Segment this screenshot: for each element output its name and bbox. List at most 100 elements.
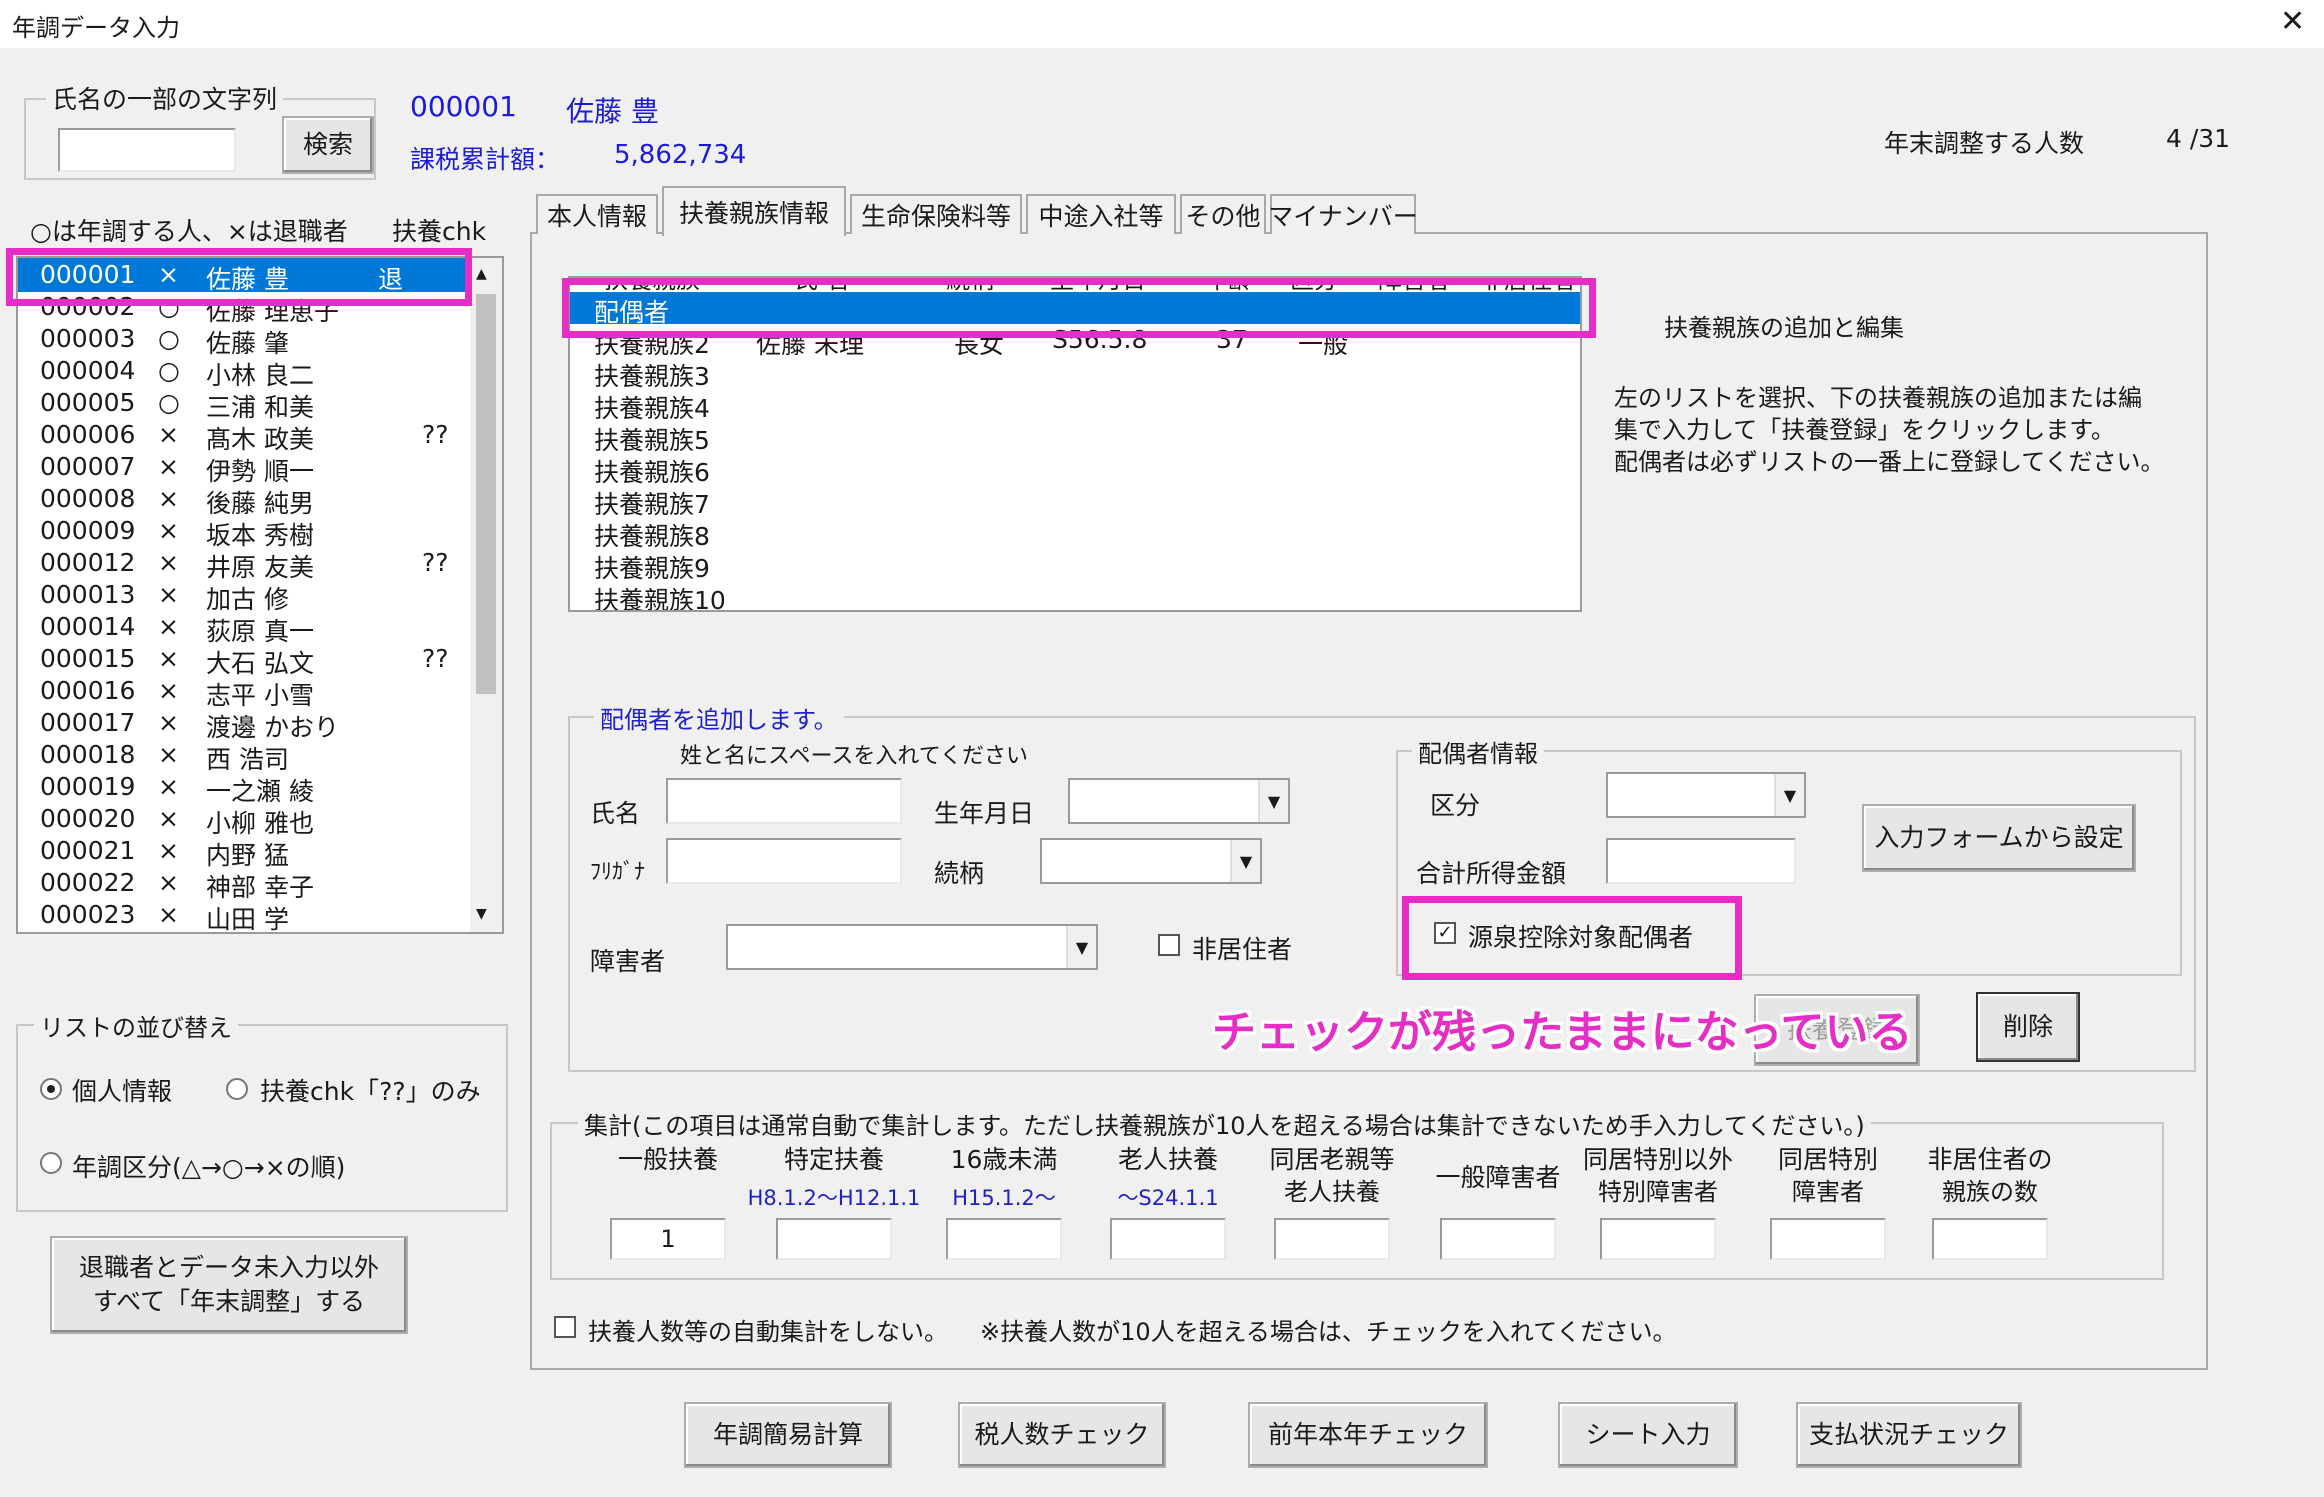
spouse-form-label: 配偶者を追加します。	[594, 700, 844, 735]
employee-id: 000019	[40, 772, 136, 801]
list-item[interactable]: 000018 × 西 浩司	[18, 738, 474, 774]
employee-id: 000022	[40, 868, 136, 897]
totals-input[interactable]	[1440, 1218, 1556, 1260]
list-item[interactable]: 000019 × 一之瀬 綾	[18, 770, 474, 806]
employee-mark: ×	[158, 516, 179, 545]
tab-mynumber[interactable]: マイナンバー	[1268, 194, 1418, 234]
tab-dependents[interactable]: 扶養親族情報	[662, 186, 846, 236]
sort-radio-personal[interactable]	[40, 1078, 62, 1100]
totals-input[interactable]: 1	[610, 1218, 726, 1260]
current-name: 佐藤 豊	[566, 95, 659, 128]
set-from-form-button[interactable]: 入力フォームから設定	[1862, 804, 2136, 872]
employee-mark: ×	[158, 900, 179, 929]
employee-list[interactable]: 000001 × 佐藤 豊退 000002 ○ 佐藤 理恵子 000003 ○ 佐藤 肇 0000…	[16, 256, 504, 934]
totals-input[interactable]	[1110, 1218, 1226, 1260]
category-select[interactable]: ▼	[1606, 772, 1806, 818]
tax-count-check-button[interactable]: 税人数チェック	[958, 1402, 1166, 1468]
relationship-select[interactable]: ▼	[1040, 838, 1262, 884]
name-hint: 姓と名にスペースを入れてください	[680, 744, 1029, 769]
bulk-line2: すべて「年末調整」する	[92, 1287, 366, 1316]
simple-calc-button[interactable]: 年調簡易計算	[684, 1402, 892, 1468]
employee-mark: ×	[158, 676, 179, 705]
sort-radio-chk[interactable]	[226, 1078, 248, 1100]
scroll-up-icon[interactable]: ▲	[476, 266, 487, 282]
window-title: 年調データ入力	[12, 14, 180, 42]
employee-mark: ×	[158, 484, 179, 513]
dependent-row[interactable]: 扶養親族10	[570, 580, 1580, 610]
employee-id: 000013	[40, 580, 136, 609]
search-group-label: 氏名の一部の文字列	[46, 80, 284, 116]
birth-select[interactable]: ▼	[1068, 778, 1290, 824]
no-auto-total-note: ※扶養人数が10人を超える場合は、チェックを入れてください。	[980, 1318, 1677, 1346]
list-item[interactable]: 000015 × 大石 弘文??	[18, 642, 474, 678]
dependent-row[interactable]: 扶養親族5	[570, 420, 1580, 455]
dependent-row[interactable]: 扶養親族6	[570, 452, 1580, 487]
employee-flag: ??	[422, 420, 449, 449]
list-item[interactable]: 000017 × 渡邊 かおり	[18, 706, 474, 742]
delete-button[interactable]: 削除	[1976, 992, 2080, 1062]
highlight-withholding-checkbox	[1402, 896, 1742, 980]
employee-mark: ×	[158, 644, 179, 673]
income-input[interactable]	[1606, 838, 1796, 884]
list-header: ○は年調する人、×は退職者	[30, 217, 348, 246]
list-item[interactable]: 000020 × 小柳 雅也	[18, 802, 474, 838]
employee-mark: ×	[158, 804, 179, 833]
scroll-down-icon[interactable]: ▼	[476, 906, 487, 922]
annotation-text: チェックが残ったままになっている	[1212, 1007, 1913, 1058]
adjust-count-value: 4 /31	[2166, 124, 2231, 153]
employee-id: 000017	[40, 708, 136, 737]
dependent-row[interactable]: 扶養親族8	[570, 516, 1580, 551]
totals-input[interactable]	[1600, 1218, 1716, 1260]
current-id: 000001	[410, 90, 517, 123]
bulk-year-end-button[interactable]: 退職者とデータ未入力以外 すべて「年末調整」する	[50, 1236, 408, 1334]
list-item[interactable]: 000021 × 内野 猛	[18, 834, 474, 870]
name-input[interactable]	[666, 778, 902, 824]
sort-radio-category[interactable]	[40, 1152, 62, 1174]
dependent-row[interactable]: 扶養親族9	[570, 548, 1580, 583]
disability-select[interactable]: ▼	[726, 924, 1098, 970]
nonresident-checkbox[interactable]	[1158, 934, 1180, 956]
totals-input[interactable]	[776, 1218, 892, 1260]
list-item[interactable]: 000022 × 神部 幸子	[18, 866, 474, 902]
tab-insurance[interactable]: 生命保険料等	[850, 194, 1022, 234]
list-item[interactable]: 000003 ○ 佐藤 肇	[18, 322, 474, 358]
year-compare-check-button[interactable]: 前年本年チェック	[1248, 1402, 1488, 1468]
list-item[interactable]: 000008 × 後藤 純男	[18, 482, 474, 518]
list-item[interactable]: 000004 ○ 小林 良二	[18, 354, 474, 390]
kana-input[interactable]	[666, 838, 902, 884]
list-item[interactable]: 000005 ○ 三浦 和美	[18, 386, 474, 422]
tab-other[interactable]: その他	[1180, 194, 1266, 234]
employee-flag: ??	[422, 548, 449, 577]
totals-input[interactable]	[946, 1218, 1062, 1260]
totals-input[interactable]	[1770, 1218, 1886, 1260]
list-scrollbar[interactable]: ▲ ▼	[470, 258, 502, 932]
list-item[interactable]: 000007 × 伊勢 順一	[18, 450, 474, 486]
search-button[interactable]: 検索	[282, 116, 374, 174]
chevron-down-icon: ▼	[1066, 926, 1096, 968]
dependent-row[interactable]: 扶養親族4	[570, 388, 1580, 423]
list-item[interactable]: 000023 × 山田 学	[18, 898, 474, 932]
employee-id: 000014	[40, 612, 136, 641]
list-item[interactable]: 000006 × 髙木 政美??	[18, 418, 474, 454]
close-icon[interactable]: ✕	[2280, 4, 2305, 39]
tab-midyear[interactable]: 中途入社等	[1026, 194, 1176, 234]
adjust-count-label: 年末調整する人数	[1884, 129, 2085, 158]
payment-status-check-button[interactable]: 支払状況チェック	[1796, 1402, 2022, 1468]
list-item[interactable]: 000014 × 荻原 真一	[18, 610, 474, 646]
sheet-input-button[interactable]: シート入力	[1558, 1402, 1738, 1468]
list-item[interactable]: 000012 × 井原 友美??	[18, 546, 474, 582]
list-item[interactable]: 000016 × 志平 小雪	[18, 674, 474, 710]
no-auto-total-checkbox[interactable]	[554, 1316, 576, 1338]
employee-mark: ×	[158, 740, 179, 769]
chevron-down-icon: ▼	[1774, 774, 1804, 816]
search-input[interactable]	[58, 128, 236, 172]
list-item[interactable]: 000013 × 加古 修	[18, 578, 474, 614]
list-header-chk: 扶養chk	[392, 217, 487, 246]
totals-input[interactable]	[1932, 1218, 2048, 1260]
dependent-row[interactable]: 扶養親族3	[570, 356, 1580, 391]
tab-personal[interactable]: 本人情報	[536, 194, 658, 234]
dependent-row[interactable]: 扶養親族7	[570, 484, 1580, 519]
list-item[interactable]: 000009 × 坂本 秀樹	[18, 514, 474, 550]
scroll-thumb[interactable]	[476, 294, 496, 694]
totals-input[interactable]	[1274, 1218, 1390, 1260]
